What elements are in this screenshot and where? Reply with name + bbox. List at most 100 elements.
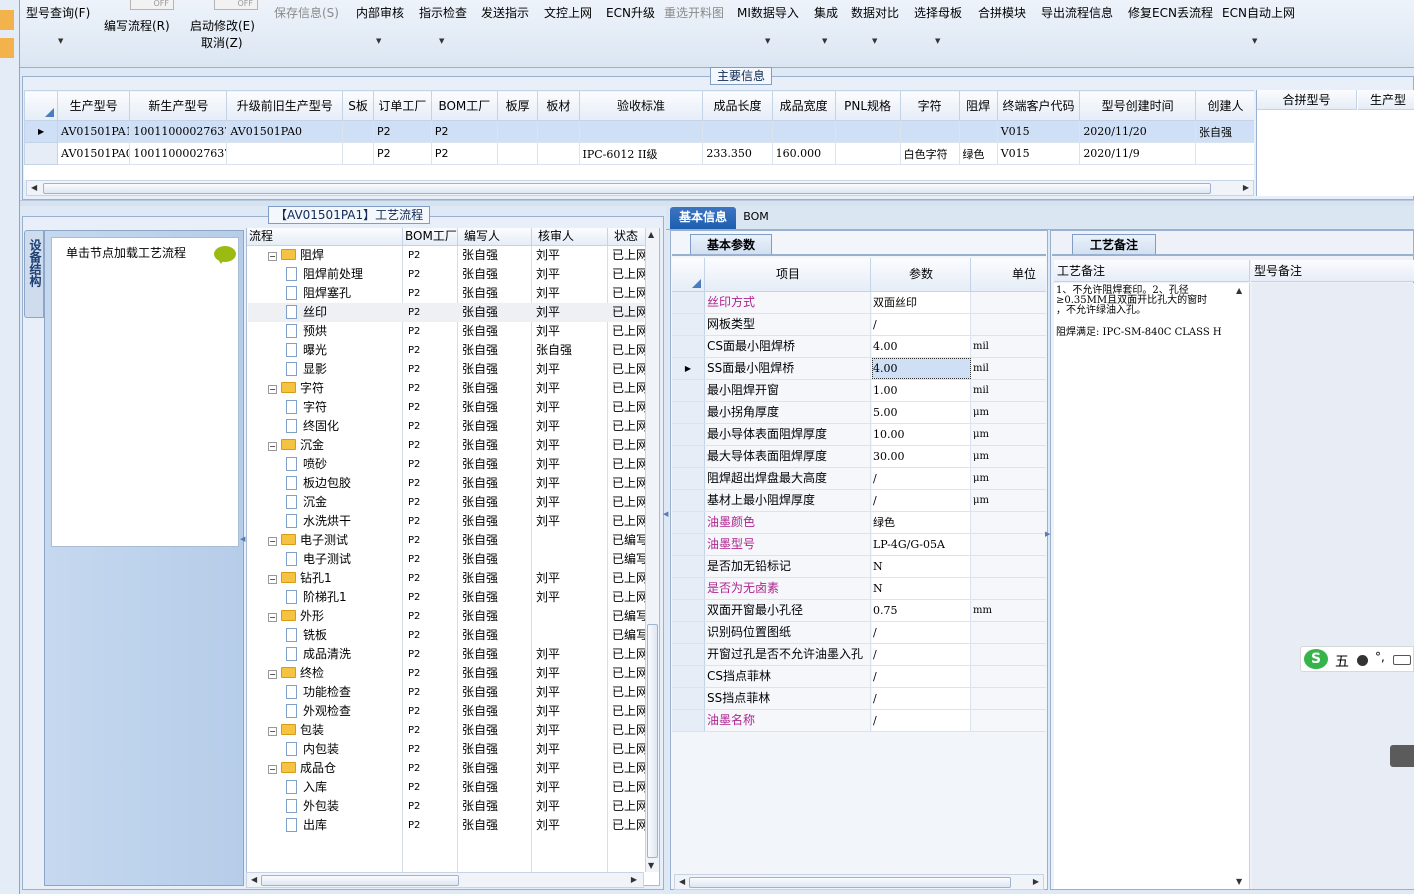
param-value-field[interactable]: 绿色 bbox=[872, 512, 971, 533]
table-cell[interactable]: 2020/11/9 bbox=[1079, 142, 1196, 165]
reselect-cutting-chart-button[interactable]: 重选开料图 bbox=[664, 4, 724, 21]
table-cell[interactable]: AV01501PA0 bbox=[226, 120, 344, 143]
halfwidth-icon[interactable] bbox=[1357, 655, 1368, 666]
column-header[interactable]: 项目 bbox=[706, 258, 871, 291]
model-query-button[interactable]: 型号查询(F) bbox=[26, 4, 90, 21]
write-flow-button[interactable]: 编写流程(R) bbox=[104, 17, 170, 34]
table-cell[interactable] bbox=[1194, 142, 1254, 165]
scroll-down-icon[interactable]: ▼ bbox=[648, 861, 654, 870]
collapse-icon[interactable]: − bbox=[268, 670, 277, 679]
tab-basic-info[interactable]: 基本信息 bbox=[670, 207, 736, 229]
column-header[interactable]: 创建人 bbox=[1194, 90, 1254, 121]
param-value-field[interactable]: / bbox=[872, 490, 971, 511]
tree-leaf-node[interactable]: 电子测试 P2 张自强 已编写 bbox=[248, 550, 646, 569]
param-row[interactable]: CS面最小阻焊桥 4.00 mil bbox=[672, 336, 1046, 358]
param-row[interactable]: 基材上最小阻焊厚度 / μm bbox=[672, 490, 1046, 512]
table-cell[interactable] bbox=[342, 142, 375, 165]
table-cell[interactable]: AV01501PA1 bbox=[57, 120, 131, 143]
table-cell[interactable] bbox=[702, 120, 773, 143]
table-cell[interactable]: 10011000027637 bbox=[129, 120, 228, 143]
collapse-icon[interactable]: − bbox=[268, 575, 277, 584]
tree-group-node[interactable]: − 终检 P2 张自强 刘平 已上网 bbox=[248, 664, 646, 683]
collapse-icon[interactable]: − bbox=[268, 385, 277, 394]
floating-widget[interactable] bbox=[1390, 745, 1414, 767]
table-cell[interactable]: P2 bbox=[430, 120, 498, 143]
column-header[interactable]: 新生产型号 bbox=[129, 90, 228, 121]
table-cell[interactable]: IPC-6012 II级 bbox=[578, 142, 704, 165]
column-header[interactable]: 编写人 bbox=[458, 228, 532, 246]
tree-group-node[interactable]: − 包装 P2 张自强 刘平 已上网 bbox=[248, 721, 646, 740]
chevron-down-icon[interactable]: ▼ bbox=[439, 37, 444, 45]
row-indicator[interactable] bbox=[672, 446, 705, 467]
row-indicator[interactable] bbox=[672, 512, 705, 533]
export-flow-info-button[interactable]: 导出流程信息 bbox=[1041, 4, 1113, 21]
column-header[interactable]: 订单工厂 bbox=[373, 90, 432, 121]
cancel-button[interactable]: 取消(Z) bbox=[201, 34, 243, 51]
save-info-button[interactable]: 保存信息(S) bbox=[274, 4, 339, 21]
merge-module-button[interactable]: 合拼模块 bbox=[978, 4, 1026, 21]
toggle-switch[interactable]: OFF bbox=[130, 0, 174, 10]
row-indicator[interactable] bbox=[672, 490, 705, 511]
tree-leaf-node[interactable]: 预烘 P2 张自强 刘平 已上网 bbox=[248, 322, 646, 341]
column-header[interactable]: 阻焊 bbox=[958, 90, 998, 121]
ecn-upgrade-button[interactable]: ECN升级 bbox=[606, 4, 655, 21]
param-value-field[interactable]: 0.75 bbox=[872, 600, 971, 621]
toggle-switch[interactable]: OFF bbox=[214, 0, 258, 10]
tree-group-node[interactable]: − 钻孔1 P2 张自强 刘平 已上网 bbox=[248, 569, 646, 588]
tree-leaf-node[interactable]: 曝光 P2 张自强 张自强 已上网 bbox=[248, 341, 646, 360]
table-row[interactable]: AV01501PA0 10011000027637 P2 P2 IPC-6012 II级… bbox=[24, 142, 1254, 165]
column-header[interactable]: PNL规格 bbox=[834, 90, 901, 121]
start-modify-button[interactable]: 启动修改(E) bbox=[190, 17, 255, 34]
scroll-left-icon[interactable]: ◀ bbox=[31, 183, 37, 192]
dock-tab-marker[interactable] bbox=[0, 10, 14, 30]
column-header[interactable]: 成品长度 bbox=[702, 90, 773, 121]
remarks-vscroll[interactable]: ▲ ▼ bbox=[1234, 283, 1248, 889]
table-cell[interactable]: 张自强 bbox=[1194, 120, 1254, 143]
tree-leaf-node[interactable]: 显影 P2 张自强 刘平 已上网 bbox=[248, 360, 646, 379]
param-value-field[interactable]: 4.00 bbox=[872, 358, 971, 379]
row-indicator[interactable] bbox=[672, 292, 705, 313]
row-indicator[interactable] bbox=[672, 534, 705, 555]
table-cell[interactable] bbox=[958, 120, 998, 143]
row-indicator[interactable] bbox=[672, 336, 705, 357]
tree-group-node[interactable]: − 外形 P2 张自强 已编写 bbox=[248, 607, 646, 626]
row-indicator[interactable] bbox=[24, 142, 59, 165]
table-cell[interactable] bbox=[771, 120, 836, 143]
chevron-down-icon[interactable]: ▼ bbox=[58, 37, 63, 45]
ime-toolbar[interactable]: S 五 °, bbox=[1300, 646, 1414, 672]
scroll-right-icon[interactable]: ▶ bbox=[631, 875, 637, 884]
row-indicator[interactable] bbox=[672, 622, 705, 643]
chevron-down-icon[interactable]: ▼ bbox=[935, 37, 940, 45]
row-indicator[interactable] bbox=[672, 578, 705, 599]
column-header[interactable]: 参数 bbox=[872, 258, 971, 291]
param-row[interactable]: 最小导体表面阻焊厚度 10.00 μm bbox=[672, 424, 1046, 446]
param-value-field[interactable]: / bbox=[872, 710, 971, 731]
panel-collapse-handle[interactable]: ▶ bbox=[1045, 530, 1050, 560]
row-indicator[interactable] bbox=[672, 424, 705, 445]
chevron-down-icon[interactable]: ▼ bbox=[765, 37, 770, 45]
column-header[interactable]: 成品宽度 bbox=[771, 90, 836, 121]
dock-tab-marker[interactable] bbox=[0, 38, 14, 58]
tree-leaf-node[interactable]: 喷砂 P2 张自强 刘平 已上网 bbox=[248, 455, 646, 474]
column-header[interactable]: 升级前旧生产型号 bbox=[226, 90, 344, 121]
grid-corner[interactable] bbox=[24, 90, 59, 121]
param-value-field[interactable]: 5.00 bbox=[872, 402, 971, 423]
scroll-up-icon[interactable]: ▲ bbox=[648, 230, 654, 239]
table-cell[interactable]: P2 bbox=[373, 120, 432, 143]
param-value-field[interactable]: / bbox=[872, 314, 971, 335]
scroll-right-icon[interactable]: ▶ bbox=[1243, 183, 1249, 192]
process-tree-hscroll[interactable]: ◀ ▶ bbox=[246, 872, 644, 888]
column-header[interactable]: S板 bbox=[342, 90, 375, 121]
row-indicator[interactable]: ▶ bbox=[672, 358, 705, 379]
tree-leaf-node[interactable]: 阻焊前处理 P2 张自强 刘平 已上网 bbox=[248, 265, 646, 284]
tree-leaf-node[interactable]: 铣板 P2 张自强 已编写 bbox=[248, 626, 646, 645]
column-header[interactable]: 合拼型号 bbox=[1257, 90, 1357, 110]
table-cell[interactable]: V015 bbox=[996, 120, 1081, 143]
column-header[interactable]: 生产型号 bbox=[57, 90, 131, 121]
chevron-down-icon[interactable]: ▼ bbox=[822, 37, 827, 45]
table-cell[interactable] bbox=[496, 120, 539, 143]
table-cell[interactable]: 绿色 bbox=[958, 142, 998, 165]
grid-corner[interactable] bbox=[672, 258, 705, 291]
column-header[interactable]: BOM工厂 bbox=[430, 90, 498, 121]
param-row[interactable]: 最小阻焊开窗 1.00 mil bbox=[672, 380, 1046, 402]
